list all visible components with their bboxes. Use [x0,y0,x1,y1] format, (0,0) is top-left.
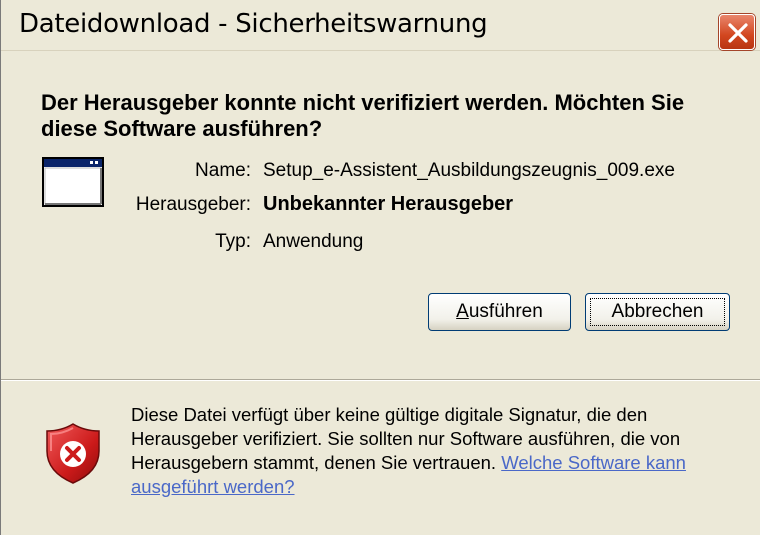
title-bar[interactable]: Dateidownload - Sicherheitswarnung [1,0,760,51]
type-label: Typ: [215,231,251,252]
publisher-label: Herausgeber: [135,194,251,215]
run-button-label: usführen [468,301,543,322]
close-icon [728,23,748,43]
name-value: Setup_e-Assistent_Ausbildungszeugnis_009… [263,160,675,181]
type-value: Anwendung [263,231,364,252]
publisher-value: Unbekannter Herausgeber [263,193,514,215]
close-button[interactable] [719,14,755,50]
type-row: Typ: Anwendung [1,231,760,257]
window-title: Dateidownload - Sicherheitswarnung [19,9,488,39]
separator-highlight [1,380,760,381]
file-name-row: Name: Setup_e-Assistent_Ausbildungszeugn… [1,160,760,186]
question-heading: Der Herausgeber konnte nicht verifiziert… [41,90,685,141]
name-label: Name: [195,160,251,181]
publisher-row: Herausgeber: Unbekannter Herausgeber [1,193,760,221]
run-button-accel: A [456,301,469,322]
security-shield-icon [46,423,100,484]
cancel-button[interactable]: Abbrechen [585,293,730,331]
focus-rectangle [590,298,725,326]
security-warning-dialog: Dateidownload - Sicherheitswarnung Der H… [0,0,760,535]
run-button[interactable]: Ausführen [428,293,571,331]
warning-message: Diese Datei verfügt über keine gültige d… [131,403,751,499]
